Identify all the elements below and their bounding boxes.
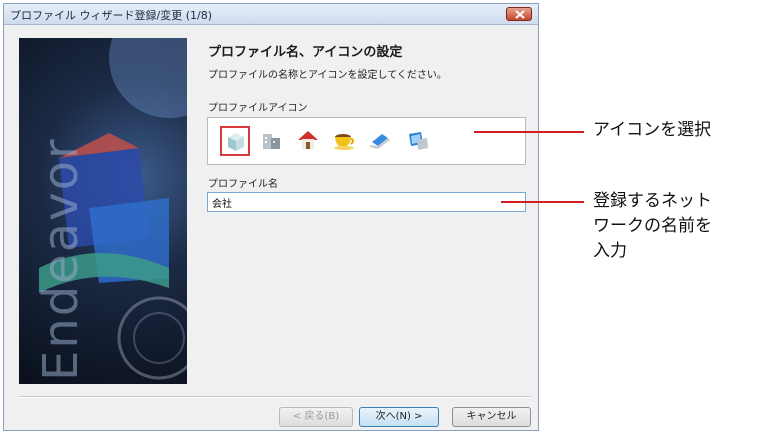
next-button[interactable]: 次へ(N) > xyxy=(359,407,439,427)
icon-picker xyxy=(207,117,526,165)
profile-name-input[interactable] xyxy=(207,192,526,212)
icon-section-label: プロファイルアイコン xyxy=(208,103,308,114)
profile-name-label: プロファイル名 xyxy=(208,179,278,190)
title-bar[interactable]: プロファイル ウィザード登録/変更 (1/8) xyxy=(4,4,538,25)
cancel-button[interactable]: キャンセル xyxy=(452,407,531,427)
page-heading: プロファイル名、アイコンの設定 xyxy=(208,45,403,60)
laptop-screen-icon xyxy=(409,132,428,150)
wizard-banner-image: Endeavor xyxy=(19,38,187,384)
icon-option-coffee[interactable] xyxy=(330,126,360,156)
icon-option-laptop-screen[interactable] xyxy=(404,126,434,156)
back-button[interactable]: < 戻る(B) xyxy=(279,407,353,427)
name-callout-text-line3: 入力 xyxy=(593,241,627,261)
icon-option-house[interactable] xyxy=(294,126,324,156)
banner-brand-text: Endeavor xyxy=(33,137,89,381)
close-button[interactable] xyxy=(506,7,532,21)
laptop-icon xyxy=(370,134,390,149)
cube-icon xyxy=(228,133,244,151)
window-title: プロファイル ウィザード登録/変更 (1/8) xyxy=(10,9,212,22)
page-description: プロファイルの名称とアイコンを設定してください。 xyxy=(208,70,447,81)
buildings-icon xyxy=(263,134,280,149)
close-icon xyxy=(515,10,525,19)
button-separator xyxy=(19,396,532,398)
name-callout-line xyxy=(501,201,584,203)
name-callout-text-line1: 登録するネット xyxy=(593,191,712,211)
name-callout-text-line2: ワークの名前を xyxy=(593,216,712,236)
coffee-cup-icon xyxy=(334,134,354,150)
icon-callout-line xyxy=(474,131,584,133)
house-icon xyxy=(298,131,318,149)
icon-option-laptop[interactable] xyxy=(366,126,396,156)
icon-option-buildings[interactable] xyxy=(258,126,288,156)
icon-option-cube[interactable] xyxy=(220,126,250,156)
icon-callout-text: アイコンを選択 xyxy=(593,120,712,140)
